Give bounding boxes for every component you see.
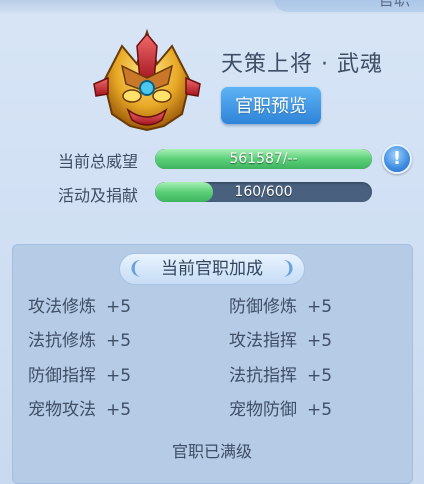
bonus-item: 攻法修炼 +5 — [28, 292, 131, 317]
bonus-name: 防御指挥 — [28, 366, 96, 386]
bonus-value: +5 — [106, 297, 132, 317]
bonus-name: 防御修炼 — [229, 297, 297, 317]
bonus-name: 法抗修炼 — [28, 331, 96, 351]
bonus-item: 宠物攻法 +5 — [28, 395, 131, 420]
bonus-item: 法抗修炼 +5 — [28, 326, 131, 351]
activity-donation-value: 160/600 — [234, 184, 293, 200]
bonus-name: 攻法修炼 — [28, 297, 96, 317]
bonus-value: +5 — [307, 366, 333, 386]
bonus-panel-title: ❨ 当前官职加成 ❩ — [120, 254, 304, 284]
curl-left-icon: ❨ — [128, 258, 144, 279]
bonus-name: 宠物防御 — [229, 400, 297, 420]
rank-maxed-status: 官职已满级 — [171, 442, 252, 461]
bonus-value: +5 — [106, 331, 132, 351]
window-title: 官职 — [274, 0, 424, 12]
rank-emblem-icon — [92, 26, 202, 136]
rank-preview-button[interactable]: 官职预览 — [221, 86, 321, 124]
curl-right-icon: ❩ — [280, 258, 296, 279]
bonus-item: 防御修炼 +5 — [229, 292, 332, 317]
bonus-item: 法抗指挥 +5 — [229, 361, 332, 386]
bonus-value: +5 — [106, 400, 132, 420]
bonus-name: 攻法指挥 — [229, 331, 297, 351]
total-prestige-label: 当前总威望 — [58, 152, 139, 171]
rank-name: 天策上将 · 武魂 — [221, 52, 383, 77]
activity-donation-label: 活动及捐献 — [58, 186, 139, 205]
bonus-value: +5 — [307, 400, 333, 420]
rank-panel: 官职 天策上将 · — [0, 0, 424, 484]
bonus-value: +5 — [106, 366, 132, 386]
bonus-item: 防御指挥 +5 — [28, 361, 131, 386]
bonus-item: 攻法指挥 +5 — [229, 326, 332, 351]
bonus-value: +5 — [307, 297, 333, 317]
bonus-name: 宠物攻法 — [28, 400, 96, 420]
total-prestige-value: 561587/-- — [229, 151, 298, 167]
info-icon[interactable]: ! — [382, 144, 412, 174]
activity-donation-bar: 160/600 — [155, 182, 372, 202]
bonus-panel-title-text: 当前官职加成 — [161, 259, 263, 279]
bonus-name: 法抗指挥 — [229, 366, 297, 386]
total-prestige-bar: 561587/-- — [155, 149, 372, 169]
bonus-value: +5 — [307, 331, 333, 351]
bonus-item: 宠物防御 +5 — [229, 395, 332, 420]
